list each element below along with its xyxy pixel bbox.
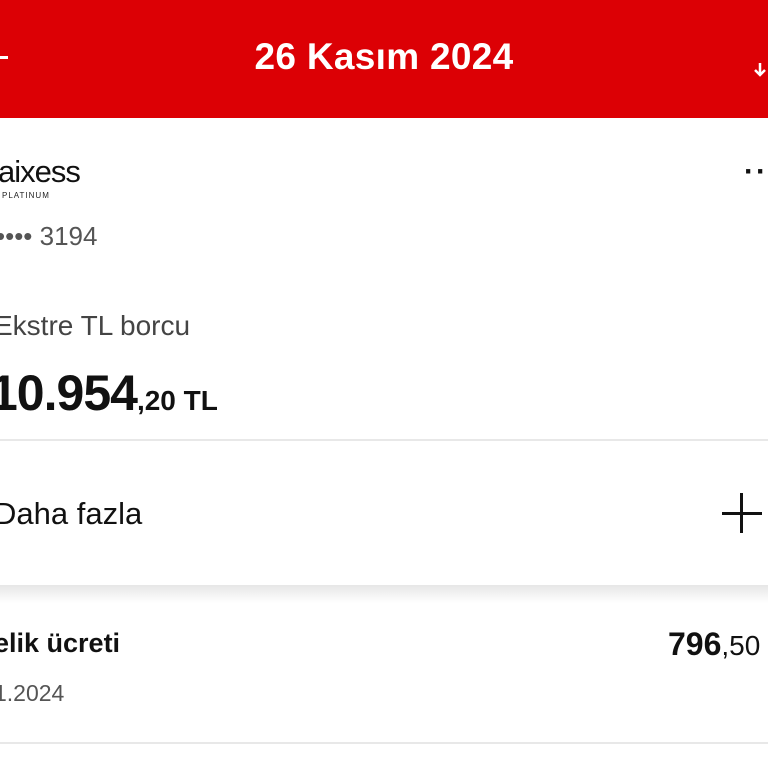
divider: [0, 742, 768, 744]
transaction-date: 1.2024: [0, 680, 65, 706]
transaction-amount-main: 796: [668, 626, 722, 662]
download-icon[interactable]: [752, 62, 768, 78]
masked-card-number: •••• 3194: [0, 221, 98, 251]
card-tier-label: PLATINUM: [2, 191, 50, 200]
plus-icon-vertical[interactable]: [740, 493, 743, 533]
statement-debt-amount: 10.954,20 TL: [0, 364, 218, 422]
transaction-name: elik ücreti: [0, 628, 121, 658]
amount-main: 10.954: [0, 365, 138, 421]
card-logo: aixess: [0, 154, 81, 189]
more-details-row[interactable]: Daha fazla: [0, 441, 768, 585]
statement-debt-label: Ekstre TL borcu: [0, 310, 191, 341]
more-details-label: Daha fazla: [0, 496, 143, 531]
transaction-amount: 796,50: [668, 626, 760, 663]
transaction-amount-decimal: ,50: [721, 630, 761, 661]
page-title: 26 Kasım 2024: [254, 36, 514, 77]
more-dots-icon[interactable]: ···: [744, 157, 768, 187]
app-header: 26 Kasım 2024: [0, 0, 768, 118]
credit-card-summary: aixess PLATINUM ··· •••• 3194 Ekstre TL …: [0, 118, 768, 440]
amount-decimal: ,20 TL: [136, 385, 218, 416]
